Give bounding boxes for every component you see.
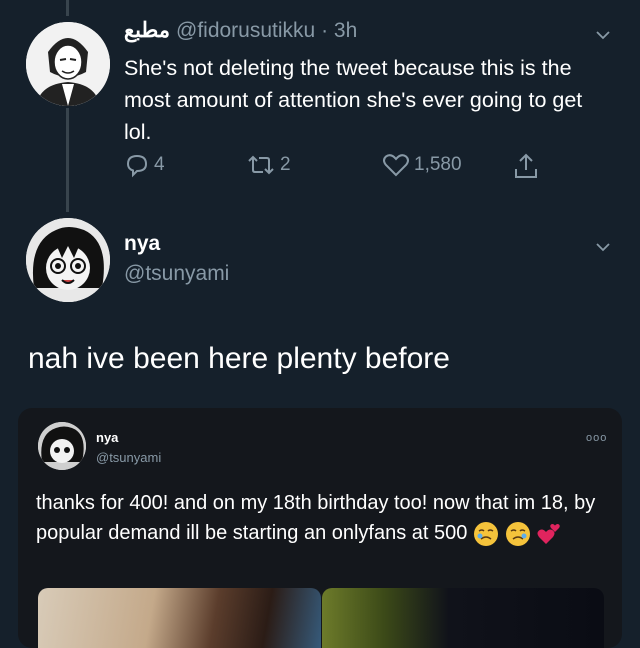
face-holding-back-tears-emoji-icon xyxy=(505,521,530,546)
display-name[interactable]: مطبع xyxy=(124,19,170,42)
two-hearts-emoji-icon xyxy=(537,523,560,544)
face-holding-back-tears-emoji-icon xyxy=(473,521,498,546)
avatar[interactable] xyxy=(26,22,110,106)
tweet-actions: 4 2 1,580 xyxy=(124,152,544,182)
separator: · xyxy=(321,19,329,42)
retweet-count: 2 xyxy=(280,154,291,175)
quoted-tweet-text: thanks for 400! and on my 18th birthday … xyxy=(36,488,606,548)
handle[interactable]: @tsunyami xyxy=(124,262,229,286)
quoted-handle: @tsunyami xyxy=(96,450,162,465)
timestamp[interactable]: 3h xyxy=(334,19,357,42)
handle[interactable]: @fidorusutikku xyxy=(176,19,315,42)
retweet-icon xyxy=(248,155,274,175)
tweet-text: She's not deleting the tweet because thi… xyxy=(124,56,583,144)
share-icon xyxy=(515,153,537,178)
media-image[interactable] xyxy=(322,588,604,648)
reply-icon xyxy=(126,154,148,178)
quoted-display-name: nya xyxy=(96,430,119,445)
avatar-image xyxy=(38,422,86,470)
thread-line xyxy=(66,108,69,212)
more-options-icon: ooo xyxy=(586,432,608,444)
media-image[interactable] xyxy=(38,588,321,648)
thread-line-top xyxy=(66,0,69,16)
like-count: 1,580 xyxy=(414,154,462,175)
retweet-button[interactable]: 2 xyxy=(246,152,291,178)
avatar[interactable] xyxy=(26,218,110,302)
chevron-down-icon[interactable] xyxy=(596,240,610,254)
tweet-header: مطبع @fidorusutikku · 3h xyxy=(124,18,357,43)
tweet-text: nah ive been here plenty before xyxy=(28,342,450,375)
like-button[interactable]: 1,580 xyxy=(382,152,462,178)
heart-icon xyxy=(383,154,409,177)
avatar-image xyxy=(26,22,110,106)
reply-count: 4 xyxy=(154,154,165,175)
display-name[interactable]: nya xyxy=(124,232,160,256)
chevron-down-icon[interactable] xyxy=(596,28,610,42)
share-button[interactable] xyxy=(512,152,544,180)
avatar-image xyxy=(26,218,110,302)
quoted-avatar xyxy=(38,422,86,470)
reply-button[interactable]: 4 xyxy=(124,152,165,178)
